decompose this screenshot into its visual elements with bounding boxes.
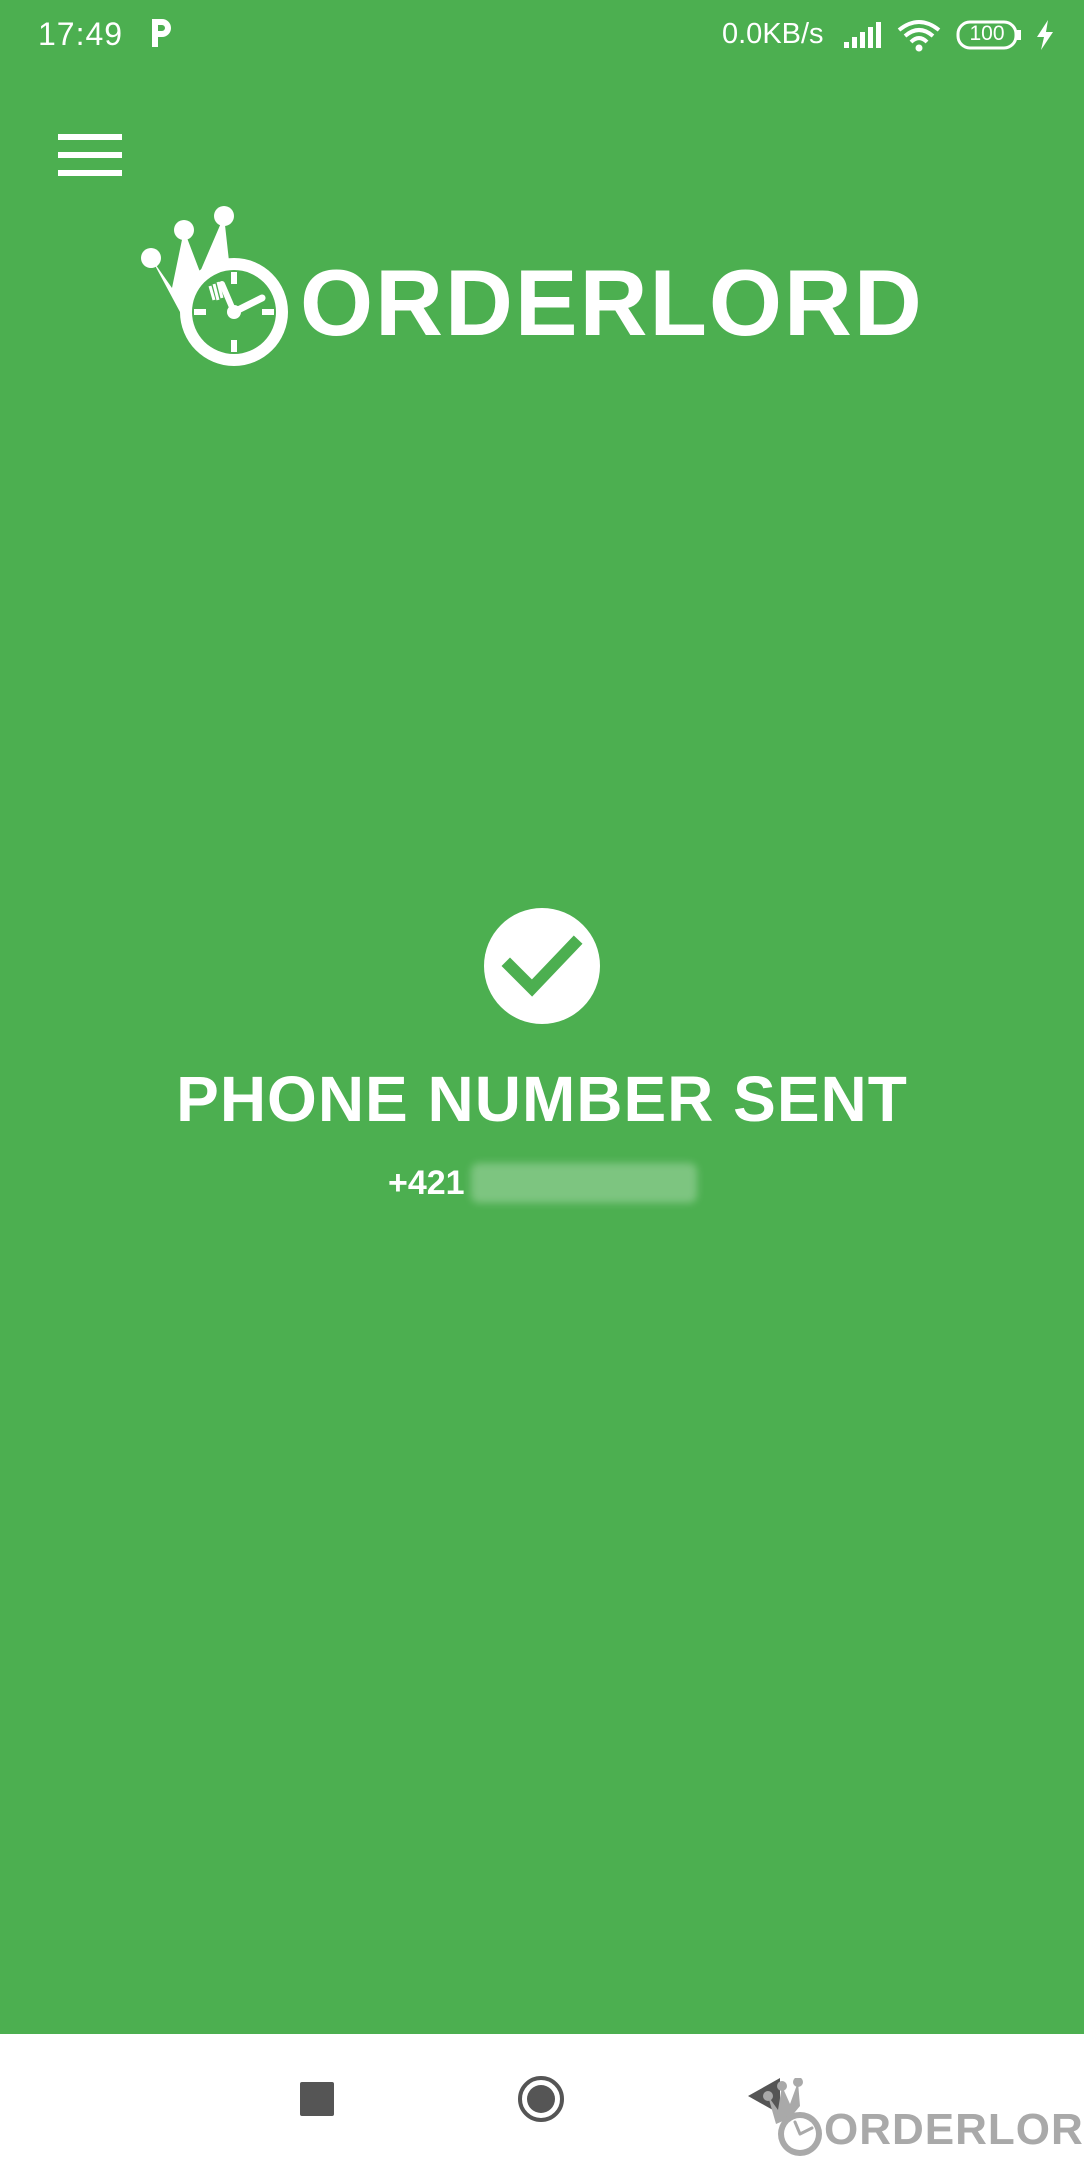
charging-icon xyxy=(1037,20,1053,50)
confirmation-title: PHONE NUMBER SENT xyxy=(176,1063,908,1135)
logo-text: ORDERLORD xyxy=(300,250,924,355)
status-time: 17:49 xyxy=(38,16,124,52)
network-speed: 0.0KB/s xyxy=(722,18,824,50)
parking-icon xyxy=(152,19,171,47)
wifi-icon xyxy=(897,20,941,52)
redacted-phone-digits xyxy=(470,1163,697,1203)
app-screen: 17:49 0.0KB/s 100 ORDERLORD PHONE NUMBER… xyxy=(0,0,1084,2164)
phone-number: +421 xyxy=(388,1160,697,1206)
crown-clock-icon xyxy=(141,206,288,366)
status-bar: 17:49 0.0KB/s 100 xyxy=(0,0,1084,70)
watermark-text: ORDERLORD xyxy=(824,2105,1084,2154)
check-circle-icon xyxy=(484,908,600,1024)
watermark: ORDERLORD xyxy=(760,2078,1084,2162)
recent-apps-icon[interactable] xyxy=(300,2082,334,2116)
phone-prefix: +421 xyxy=(388,1163,465,1202)
watermark-crown-clock-icon xyxy=(763,2078,822,2156)
signal-icon xyxy=(844,22,881,48)
hamburger-menu-icon[interactable] xyxy=(50,128,130,180)
home-icon[interactable] xyxy=(516,2074,566,2124)
orderlord-logo: ORDERLORD xyxy=(138,200,958,380)
battery-level: 100 xyxy=(969,22,1005,45)
